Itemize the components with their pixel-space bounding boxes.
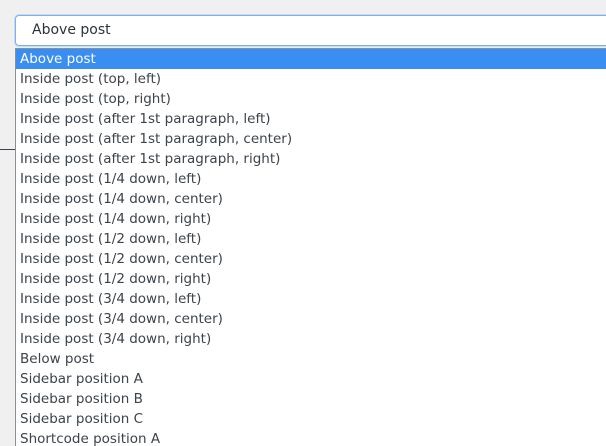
option-inside-quarter-left[interactable]: Inside post (1/4 down, left) (16, 169, 606, 189)
option-inside-after-1st-center[interactable]: Inside post (after 1st paragraph, center… (16, 129, 606, 149)
option-inside-half-left[interactable]: Inside post (1/2 down, left) (16, 229, 606, 249)
option-inside-top-left[interactable]: Inside post (top, left) (16, 69, 606, 89)
option-above-post[interactable]: Above post (16, 49, 606, 69)
position-dropdown-list[interactable]: Above post Inside post (top, left) Insid… (15, 48, 606, 446)
divider (0, 149, 15, 150)
option-shortcode-a[interactable]: Shortcode position A (16, 429, 606, 446)
page: Above post Above post Inside post (top, … (0, 0, 606, 446)
option-inside-half-center[interactable]: Inside post (1/2 down, center) (16, 249, 606, 269)
option-below-post[interactable]: Below post (16, 349, 606, 369)
option-inside-after-1st-left[interactable]: Inside post (after 1st paragraph, left) (16, 109, 606, 129)
option-sidebar-a[interactable]: Sidebar position A (16, 369, 606, 389)
option-sidebar-c[interactable]: Sidebar position C (16, 409, 606, 429)
option-inside-three-quarter-center[interactable]: Inside post (3/4 down, center) (16, 309, 606, 329)
select-current-value: Above post (32, 22, 111, 38)
option-sidebar-b[interactable]: Sidebar position B (16, 389, 606, 409)
option-inside-quarter-right[interactable]: Inside post (1/4 down, right) (16, 209, 606, 229)
option-inside-quarter-center[interactable]: Inside post (1/4 down, center) (16, 189, 606, 209)
position-select[interactable]: Above post (15, 15, 606, 46)
option-inside-three-quarter-left[interactable]: Inside post (3/4 down, left) (16, 289, 606, 309)
option-inside-three-quarter-right[interactable]: Inside post (3/4 down, right) (16, 329, 606, 349)
option-inside-after-1st-right[interactable]: Inside post (after 1st paragraph, right) (16, 149, 606, 169)
option-inside-top-right[interactable]: Inside post (top, right) (16, 89, 606, 109)
option-inside-half-right[interactable]: Inside post (1/2 down, right) (16, 269, 606, 289)
